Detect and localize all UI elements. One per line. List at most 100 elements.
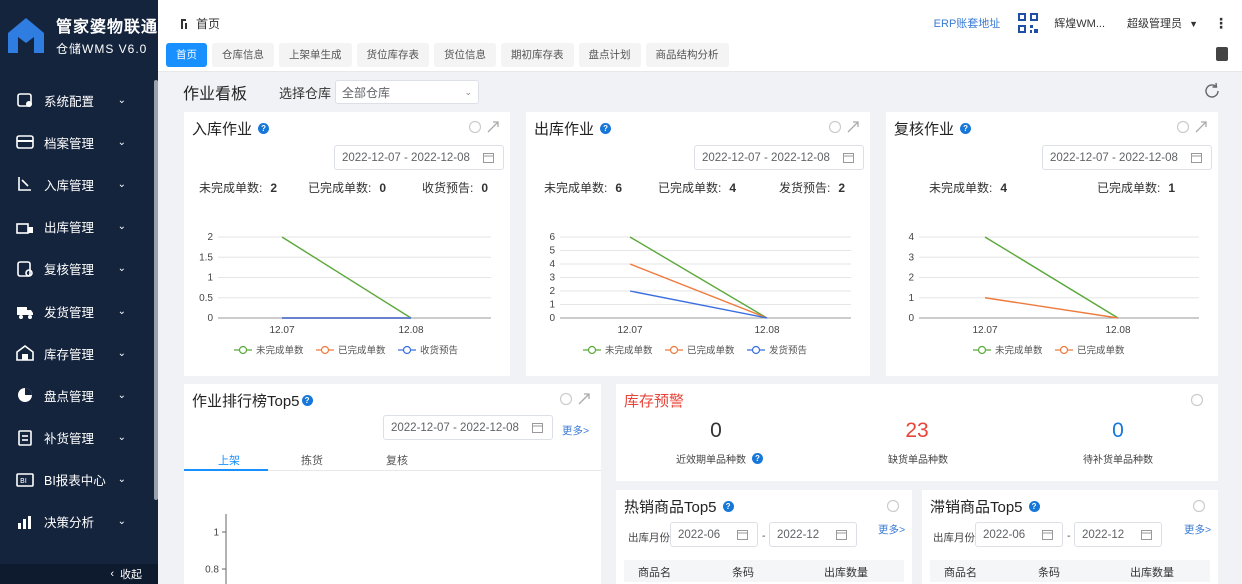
- sidebar: 管家婆物联通 仓储WMS V6.0 系统配置 ⌄ 档案管理 ⌄ 入库管理 ⌄ 出库管理 ⌄ 复核…: [0, 0, 158, 584]
- tab[interactable]: 仓库信息: [212, 43, 274, 67]
- chevron-down-icon: ⌄: [117, 474, 126, 486]
- collapse-button[interactable]: ‹ 收起: [0, 564, 158, 584]
- breadcrumb-home[interactable]: 首页: [196, 15, 220, 32]
- y-tick-label: 5: [549, 246, 555, 257]
- sidebar-item[interactable]: 档案管理 ⌄: [0, 121, 158, 163]
- sidebar-item[interactable]: 库存管理 ⌄: [0, 332, 158, 374]
- sidebar-item[interactable]: 发货管理 ⌄: [0, 290, 158, 332]
- collapse-label: 收起: [120, 569, 142, 581]
- hot-from-month[interactable]: 2022-06: [670, 522, 758, 547]
- warehouse-label: 选择仓库: [279, 85, 332, 101]
- tab[interactable]: 上架单生成: [279, 43, 352, 67]
- y-tick-label: 2: [549, 286, 555, 297]
- tab-putaway[interactable]: 上架: [218, 452, 240, 468]
- tab[interactable]: 首页: [166, 43, 207, 67]
- y-tick-label: 1: [207, 273, 213, 284]
- slow-from-month[interactable]: 2022-06: [975, 522, 1063, 547]
- hot-products-card: 热销商品Top5? 出库月份 2022-06 - 2022-12 更多> 商品名…: [616, 490, 912, 584]
- hot-title: 热销商品Top5: [624, 499, 717, 516]
- app-name: 管家婆物联通: [56, 19, 159, 36]
- sidebar-item[interactable]: 出库管理 ⌄: [0, 206, 158, 248]
- legend-marker: [587, 345, 597, 355]
- near-expiry-count[interactable]: 0: [696, 419, 736, 443]
- tab[interactable]: 货位信息: [434, 43, 496, 67]
- y-tick-label: 1.5: [199, 252, 213, 263]
- help-icon[interactable]: ?: [1028, 501, 1040, 512]
- legend-marker: [238, 345, 248, 355]
- hot-more-link[interactable]: 更多>: [878, 522, 905, 537]
- slow-more-link[interactable]: 更多>: [1184, 522, 1211, 537]
- top-bar: 首页 ERP账套地址 辉煌WM... 超级管理员 ▼ ⋮ 首页 仓库信息 上架单生成…: [158, 0, 1242, 72]
- more-vertical-icon[interactable]: ⋮: [1214, 15, 1228, 32]
- ranking-card: 作业排行榜Top5? 2022-12-07 - 2022-12-08 更多> 上…: [184, 384, 601, 584]
- column-header: 出库数量: [824, 567, 868, 579]
- sidebar-item-label: BI报表中心: [44, 474, 106, 489]
- help-icon[interactable]: ?: [258, 123, 270, 134]
- tab-review[interactable]: 复核: [386, 452, 408, 468]
- sidebar-item[interactable]: BI BI报表中心 ⌄: [0, 459, 158, 501]
- refresh-icon[interactable]: [1203, 82, 1221, 100]
- sidebar-item[interactable]: 复核管理 ⌄: [0, 248, 158, 290]
- help-icon[interactable]: ?: [752, 453, 763, 464]
- loading-icon: [1190, 393, 1204, 407]
- sidebar-scrollbar[interactable]: [154, 80, 158, 500]
- chevron-down-icon: ⌄: [117, 389, 126, 401]
- sidebar-item[interactable]: 入库管理 ⌄: [0, 163, 158, 205]
- tab-picking[interactable]: 拣货: [301, 452, 323, 468]
- hot-to-month[interactable]: 2022-12: [769, 522, 857, 547]
- stat-item: 未完成单数: 2: [199, 181, 278, 195]
- sidebar-item[interactable]: 盘点管理 ⌄: [0, 374, 158, 416]
- user-name[interactable]: 辉煌WM...: [1054, 15, 1105, 31]
- ranking-date-range[interactable]: 2022-12-07 - 2022-12-08: [383, 415, 553, 440]
- tab[interactable]: 货位库存表: [356, 43, 429, 67]
- chevron-down-icon: ⌄: [117, 432, 126, 444]
- review-card: 复核作业? 2022-12-07 - 2022-12-08 未完成单数: 4 已完…: [886, 112, 1218, 376]
- review-date-range[interactable]: 2022-12-07 - 2022-12-08: [1042, 145, 1212, 170]
- sidebar-item-label: 盘点管理: [44, 389, 95, 404]
- tab[interactable]: 期初库存表: [501, 43, 574, 67]
- tab[interactable]: 盘点计划: [578, 43, 641, 67]
- ranking-more-link[interactable]: 更多>: [562, 423, 589, 438]
- chevron-down-icon: ⌄: [117, 221, 126, 233]
- help-icon[interactable]: ?: [600, 123, 612, 134]
- role-dropdown[interactable]: 超级管理员 ▼: [1127, 15, 1198, 31]
- from-month-text: 2022-06: [983, 528, 1026, 541]
- page-title: 作业看板: [183, 86, 248, 103]
- calendar-icon: [843, 153, 854, 163]
- y-tick-label: 6: [549, 232, 555, 243]
- out-of-stock-count[interactable]: 23: [897, 419, 937, 443]
- stat-item: 收货预告: 0: [422, 181, 489, 195]
- erp-link[interactable]: ERP账套地址: [934, 15, 1001, 31]
- slow-to-month[interactable]: 2022-12: [1074, 522, 1162, 547]
- legend-marker: [977, 345, 987, 355]
- ranking-tabs: 上架 拣货 复核: [184, 448, 601, 471]
- legend-label: 发货预告: [769, 345, 807, 357]
- tab[interactable]: 商品结构分析: [645, 43, 729, 67]
- sidebar-item[interactable]: 系统配置 ⌄: [0, 79, 158, 121]
- inbound-date-range[interactable]: 2022-12-07 - 2022-12-08: [334, 145, 504, 170]
- warehouse-select[interactable]: 全部仓库 ⌄: [335, 80, 480, 104]
- loading-icon: [886, 499, 900, 513]
- legend-marker: [751, 345, 761, 355]
- expand-icon[interactable]: [486, 120, 500, 134]
- stat-item: 未完成单数: 4: [929, 181, 1008, 195]
- dashboard-header: 作业看板 选择仓库 全部仓库 ⌄: [183, 80, 480, 104]
- expand-icon[interactable]: [846, 120, 860, 134]
- x-tick-label: 12.08: [1105, 325, 1130, 336]
- date-range-text: 2022-12-07 - 2022-12-08: [342, 151, 470, 164]
- outbound-date-range[interactable]: 2022-12-07 - 2022-12-08: [694, 145, 864, 170]
- qr-code-icon[interactable]: [1018, 13, 1039, 33]
- sidebar-item[interactable]: 补货管理 ⌄: [0, 417, 158, 459]
- tab-menu-icon[interactable]: [1216, 47, 1228, 61]
- expand-icon[interactable]: [577, 392, 591, 406]
- sidebar-item-label: 系统配置: [44, 94, 95, 109]
- help-icon[interactable]: ?: [960, 123, 972, 134]
- table-header: 商品名 条码 出库数量: [930, 560, 1210, 582]
- sidebar-item[interactable]: 决策分析 ⌄: [0, 501, 158, 543]
- breadcrumb: 首页: [180, 15, 220, 32]
- help-icon[interactable]: ?: [722, 501, 734, 512]
- legend-label: 已完成单数: [687, 345, 735, 357]
- pending-replenish-count[interactable]: 0: [1098, 419, 1138, 443]
- expand-icon[interactable]: [1194, 120, 1208, 134]
- help-icon[interactable]: ?: [301, 395, 313, 406]
